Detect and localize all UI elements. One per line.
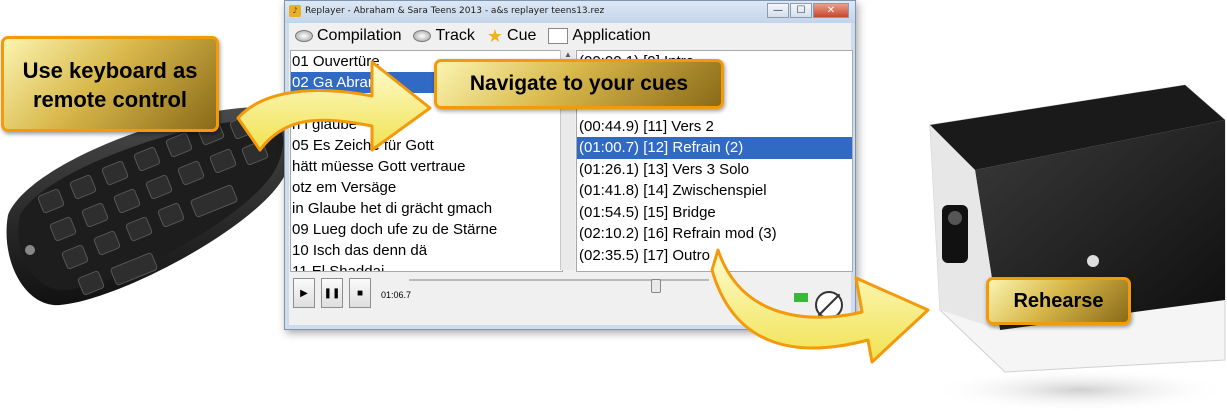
callout-navigate-cues: Navigate to your cues: [434, 59, 724, 109]
callout-keyboard: Use keyboard as remote control: [1, 36, 219, 132]
arrow-to-speaker: [710, 248, 930, 364]
arrow-to-cues: [236, 60, 432, 152]
callout-rehearse: Rehearse: [986, 277, 1131, 325]
